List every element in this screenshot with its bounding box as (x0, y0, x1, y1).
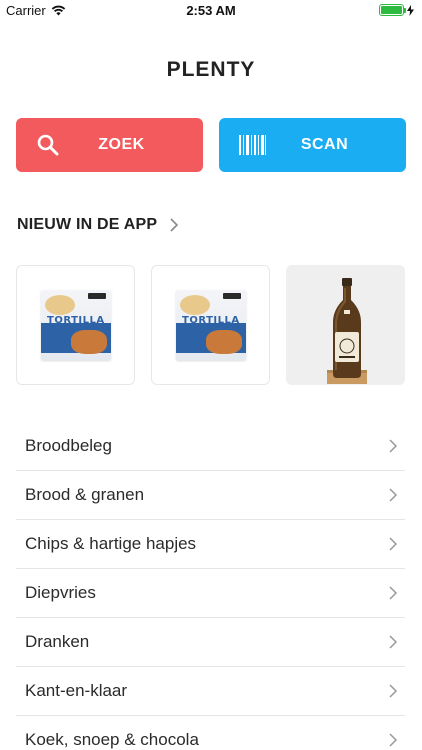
pack-name: TORTILLA (182, 315, 240, 326)
new-in-app-title: NIEUW IN DE APP (17, 216, 158, 233)
status-time: 2:53 AM (186, 3, 236, 18)
charging-bolt-icon (407, 4, 414, 16)
battery-icon (379, 4, 406, 16)
product-image: TORTILLA (41, 290, 111, 360)
category-label: Broodbeleg (25, 436, 112, 455)
pack-food-graphic (71, 330, 107, 354)
chevron-right-icon (389, 733, 398, 747)
battery-tip (404, 8, 406, 13)
chevron-right-icon (389, 684, 398, 698)
category-label: Kant-en-klaar (25, 681, 128, 700)
category-list: Broodbeleg Brood & granen Chips & hartige … (16, 422, 405, 750)
category-row[interactable]: Diepvries (16, 569, 405, 618)
pack-tortilla-graphic (45, 295, 75, 315)
category-label: Koek, snoep & chocola (25, 730, 199, 749)
category-row[interactable]: Brood & granen (16, 471, 405, 520)
category-row[interactable]: Kant-en-klaar (16, 667, 405, 716)
chevron-right-icon (389, 586, 398, 600)
category-label: Dranken (25, 632, 90, 651)
search-button[interactable]: ZOEK (16, 118, 203, 172)
status-bar: Carrier 2:53 AM (0, 0, 422, 22)
pack-brand-logo (88, 293, 106, 299)
chevron-right-icon (389, 439, 398, 453)
app-title: PLENTY (166, 58, 256, 81)
pack-tortilla-graphic (180, 295, 210, 315)
category-row[interactable]: Broodbeleg (16, 422, 405, 471)
barcode-icon (239, 135, 266, 155)
category-label: Chips & hartige hapjes (25, 534, 197, 553)
status-right (379, 4, 414, 16)
product-card[interactable]: TORTILLA (151, 265, 270, 385)
beer-bottle-image (327, 278, 367, 384)
chevron-right-icon (389, 488, 398, 502)
category-row[interactable]: Dranken (16, 618, 405, 667)
category-row[interactable]: Chips & hartige hapjes (16, 520, 405, 569)
search-icon (37, 134, 59, 156)
scan-button[interactable]: SCAN (219, 118, 406, 172)
pack-food-graphic (206, 330, 242, 354)
category-label: Diepvries (25, 583, 96, 602)
chevron-right-icon (389, 537, 398, 551)
chevron-right-icon (389, 635, 398, 649)
battery-fill (381, 6, 402, 14)
pack-brand-logo (223, 293, 241, 299)
chevron-right-icon (170, 218, 179, 232)
pack-name: TORTILLA (47, 315, 105, 326)
product-card[interactable]: TORTILLA (16, 265, 135, 385)
new-in-app-header[interactable]: NIEUW IN DE APP (17, 216, 179, 234)
product-image: TORTILLA (176, 290, 246, 360)
product-card[interactable] (286, 265, 405, 385)
new-products-carousel: TORTILLA TORTILLA (16, 265, 405, 385)
category-row[interactable]: Koek, snoep & chocola (16, 716, 405, 750)
category-label: Brood & granen (25, 485, 145, 504)
